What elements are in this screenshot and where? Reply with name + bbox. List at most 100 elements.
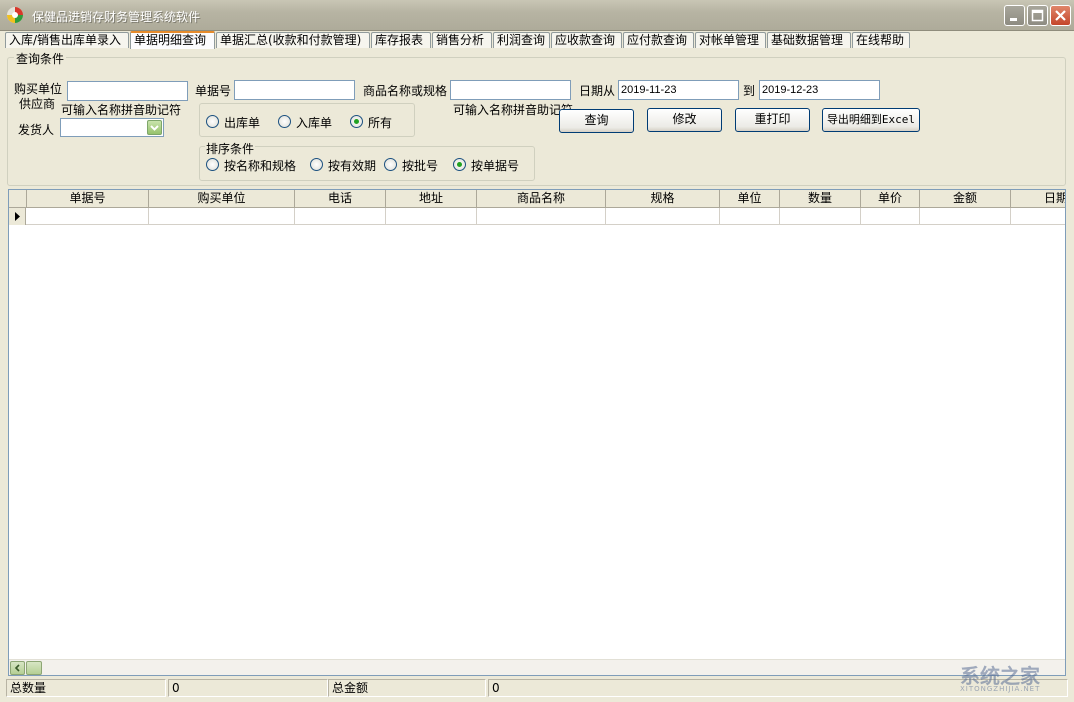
- tab-statements[interactable]: 对帐单管理: [695, 32, 766, 48]
- total-qty-label: 总数量: [6, 679, 166, 697]
- total-qty-value: 0: [168, 679, 328, 697]
- minimize-icon: [1010, 18, 1017, 21]
- scroll-left-button[interactable]: [10, 661, 25, 675]
- radio-label: 按有效期: [328, 159, 377, 173]
- tab-inventory-report[interactable]: 库存报表: [371, 32, 431, 48]
- minimize-button[interactable]: [1004, 5, 1025, 26]
- sort-by-batch-radio[interactable]: 按批号: [384, 157, 440, 173]
- column-header[interactable]: 电话: [295, 190, 386, 208]
- sort-by-doc-no-radio[interactable]: 按单据号: [453, 157, 523, 173]
- tab-entry[interactable]: 入库/销售出库单录入: [5, 32, 129, 48]
- tab-strip: 入库/销售出库单录入 单据明细查询 单据汇总(收款和付款管理) 库存报表 销售分…: [0, 31, 1074, 49]
- radio-icon: [384, 158, 397, 171]
- column-header[interactable]: 金额: [920, 190, 1011, 208]
- status-bar: 总数量 0 总金额 0: [0, 677, 1074, 702]
- shipper-select[interactable]: [60, 118, 164, 137]
- grid-corner: [9, 190, 27, 208]
- radio-selected-icon: [350, 115, 363, 128]
- date-from-label: 日期从: [579, 84, 616, 98]
- window-title: 保健品进销存财务管理系统软件: [32, 10, 201, 24]
- scroll-thumb[interactable]: [26, 661, 42, 675]
- watermark-subtext: XITONGZHIJIA.NET: [960, 685, 1041, 693]
- tab-profit-query[interactable]: 利润查询: [493, 32, 550, 48]
- radio-label: 入库单: [296, 116, 333, 130]
- app-logo-icon: [7, 7, 23, 23]
- doc-no-input[interactable]: [234, 80, 355, 100]
- column-header[interactable]: 日期: [1011, 190, 1065, 208]
- product-input[interactable]: [450, 80, 571, 100]
- close-button[interactable]: [1050, 5, 1071, 26]
- chevron-left-icon: [14, 664, 20, 672]
- tab-online-help[interactable]: 在线帮助: [852, 32, 910, 48]
- tab-sales-analysis[interactable]: 销售分析: [432, 32, 492, 48]
- tab-receivables[interactable]: 应收款查询: [551, 32, 622, 48]
- table-cell[interactable]: [606, 208, 720, 225]
- product-label: 商品名称或规格: [363, 84, 448, 98]
- maximize-button[interactable]: [1027, 5, 1048, 26]
- detail-grid[interactable]: 单据号 购买单位 电话 地址 商品名称 规格 单位 数量 单价 金额 日期: [8, 189, 1066, 676]
- radio-icon: [278, 115, 291, 128]
- table-cell[interactable]: [780, 208, 861, 225]
- sort-by-expiry-radio[interactable]: 按有效期: [310, 157, 380, 173]
- radio-icon: [310, 158, 323, 171]
- sort-legend: 排序条件: [205, 140, 256, 157]
- column-header[interactable]: 单据号: [27, 190, 149, 208]
- doc-type-outbound-radio[interactable]: 出库单: [206, 114, 266, 130]
- row-indicator: [9, 208, 26, 225]
- date-to-label: 到: [743, 84, 756, 98]
- export-excel-button[interactable]: 导出明细到Excel: [822, 108, 920, 132]
- reprint-button[interactable]: 重打印: [735, 108, 810, 132]
- current-row-arrow-icon: [15, 212, 20, 221]
- column-header[interactable]: 购买单位: [149, 190, 295, 208]
- title-bar: 保健品进销存财务管理系统软件: [0, 0, 1074, 31]
- radio-label: 按单据号: [471, 159, 520, 173]
- date-to-input[interactable]: [759, 80, 880, 100]
- column-header[interactable]: 规格: [606, 190, 720, 208]
- radio-label: 出库单: [224, 116, 261, 130]
- radio-icon: [206, 158, 219, 171]
- product-pinyin-hint: 可输入名称拼音助记符: [453, 103, 574, 117]
- doc-type-all-radio[interactable]: 所有: [350, 114, 400, 130]
- date-from-input[interactable]: [618, 80, 739, 100]
- column-header[interactable]: 数量: [780, 190, 861, 208]
- close-icon: [1055, 10, 1066, 21]
- table-cell[interactable]: [149, 208, 295, 225]
- radio-label: 所有: [368, 116, 393, 130]
- column-header[interactable]: 商品名称: [477, 190, 606, 208]
- table-cell[interactable]: [720, 208, 780, 225]
- tab-detail-query[interactable]: 单据明细查询: [130, 31, 215, 49]
- column-header[interactable]: 地址: [386, 190, 477, 208]
- shipper-label: 发货人: [18, 123, 55, 137]
- table-cell[interactable]: [295, 208, 386, 225]
- buyer-pinyin-hint: 可输入名称拼音助记符: [61, 103, 182, 117]
- horizontal-scrollbar[interactable]: [9, 659, 1065, 675]
- doc-no-label: 单据号: [195, 84, 232, 98]
- sort-by-name-radio[interactable]: 按名称和规格: [206, 157, 302, 173]
- column-header[interactable]: 单价: [861, 190, 920, 208]
- doc-type-inbound-radio[interactable]: 入库单: [278, 114, 338, 130]
- table-cell[interactable]: [1011, 208, 1065, 225]
- radio-selected-icon: [453, 158, 466, 171]
- radio-label: 按名称和规格: [224, 159, 297, 173]
- chevron-down-icon: [150, 125, 159, 131]
- query-panel-legend: 查询条件: [14, 50, 67, 67]
- search-button[interactable]: 查询: [559, 109, 634, 133]
- table-cell[interactable]: [477, 208, 606, 225]
- total-amount-label: 总金额: [328, 679, 486, 697]
- edit-button[interactable]: 修改: [647, 108, 722, 132]
- tab-summary[interactable]: 单据汇总(收款和付款管理): [216, 32, 370, 48]
- site-watermark: 系统之家 XITONGZHIJIA.NET: [960, 660, 1040, 693]
- grid-header: 单据号 购买单位 电话 地址 商品名称 规格 单位 数量 单价 金额 日期: [9, 190, 1065, 208]
- maximize-icon: [1031, 9, 1044, 22]
- table-cell[interactable]: [861, 208, 920, 225]
- tab-base-data[interactable]: 基础数据管理: [767, 32, 851, 48]
- table-row[interactable]: [9, 208, 1065, 225]
- radio-label: 按批号: [402, 159, 439, 173]
- shipper-dropdown-button[interactable]: [147, 120, 162, 135]
- tab-payables[interactable]: 应付款查询: [623, 32, 694, 48]
- table-cell[interactable]: [27, 208, 149, 225]
- buyer-input[interactable]: [67, 81, 188, 101]
- column-header[interactable]: 单位: [720, 190, 780, 208]
- table-cell[interactable]: [386, 208, 477, 225]
- table-cell[interactable]: [920, 208, 1011, 225]
